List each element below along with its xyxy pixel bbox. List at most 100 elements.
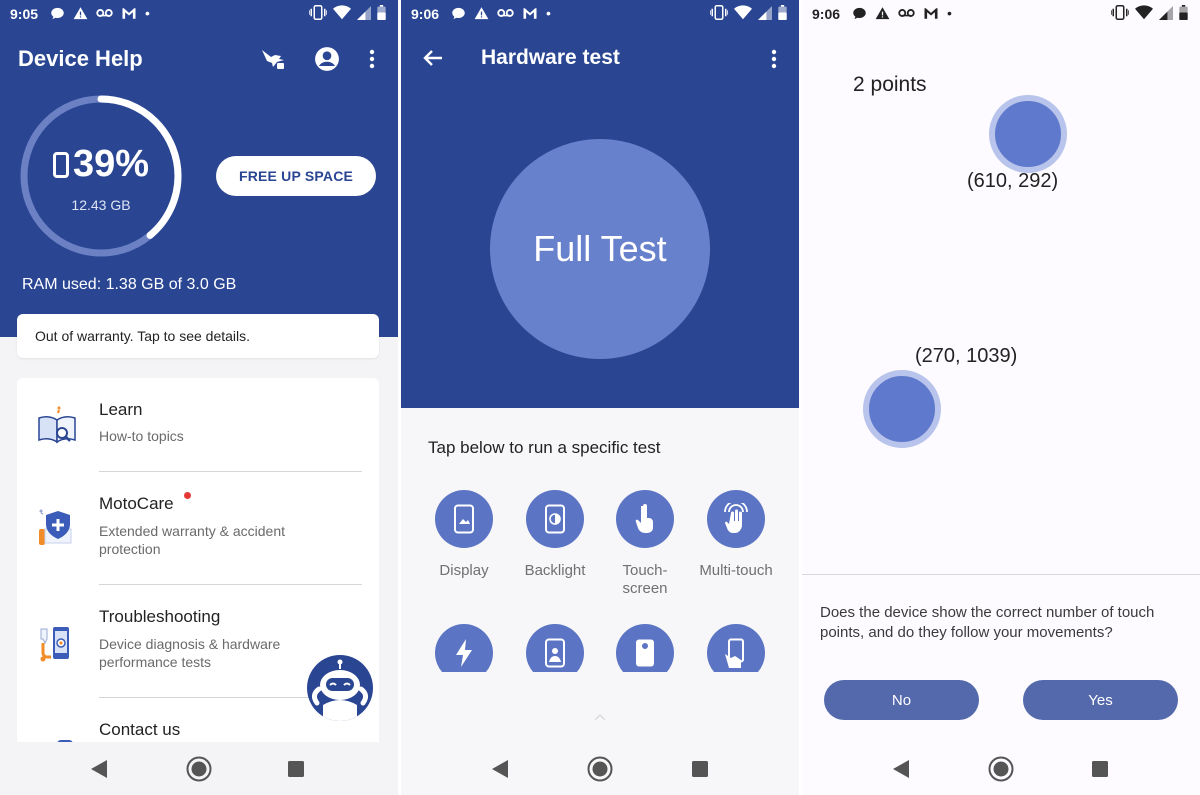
signal-icon <box>1159 5 1173 20</box>
confirmation-question: Does the device show the correct number … <box>820 604 1155 641</box>
home-nav-icon[interactable] <box>587 756 613 782</box>
divider <box>802 574 1200 575</box>
warning-icon <box>73 6 88 19</box>
menu-item-title: MotoCare <box>99 494 174 513</box>
signal-icon <box>758 5 772 20</box>
phone-icon <box>52 151 69 178</box>
more-options-icon[interactable] <box>764 44 784 74</box>
signal-icon <box>357 5 371 20</box>
yes-button[interactable]: Yes <box>1023 680 1178 720</box>
chat-bubble-icon <box>51 7 64 19</box>
test-hand-hold[interactable] <box>691 624 781 672</box>
status-bar: 9:06 • <box>802 0 1200 28</box>
voicemail-icon <box>898 9 915 17</box>
recents-nav-icon[interactable] <box>1087 756 1113 782</box>
hand-hold-icon <box>707 624 765 672</box>
home-nav-icon[interactable] <box>186 756 212 782</box>
menu-item-subtitle: How-to topics <box>99 428 184 444</box>
menu-item-subtitle: Device diagnosis & hardware performance … <box>99 636 281 670</box>
device-help-screen: 9:05 • Device Help 39% 12.43 GB FREE UP … <box>0 0 398 795</box>
battery-icon <box>1179 5 1188 20</box>
touch-point-coord: (270, 1039) <box>915 345 1018 367</box>
chat-bubble-icon <box>452 7 465 19</box>
chat-bubble-icon <box>853 7 866 19</box>
voicemail-icon <box>96 9 113 17</box>
system-nav-bar <box>401 742 799 795</box>
test-rear-camera[interactable] <box>600 624 690 672</box>
system-nav-bar <box>0 742 398 795</box>
test-display[interactable]: Display <box>419 490 509 580</box>
wifi-icon <box>333 5 351 20</box>
page-title: Device Help <box>18 46 143 71</box>
vibrate-icon <box>309 5 327 20</box>
recents-nav-icon[interactable] <box>283 756 309 782</box>
touch-point-marker <box>989 95 1067 173</box>
status-time: 9:05 <box>10 6 39 22</box>
menu-item-motocare[interactable]: MotoCare Extended warranty & accident pr… <box>17 472 379 585</box>
menu-item-title: Troubleshooting <box>99 607 221 626</box>
chevron-up-icon[interactable] <box>594 708 606 726</box>
back-nav-icon[interactable] <box>487 756 513 782</box>
touch-points-count: 2 points <box>853 73 927 96</box>
flash-icon <box>435 624 493 672</box>
test-label: Multi-touch <box>699 562 773 579</box>
notification-dot <box>184 492 191 499</box>
back-nav-icon[interactable] <box>888 756 914 782</box>
test-front-camera[interactable] <box>510 624 600 672</box>
home-nav-icon[interactable] <box>988 756 1014 782</box>
voicemail-icon <box>497 9 514 17</box>
front-camera-icon <box>526 624 584 672</box>
touch-point-marker <box>863 370 941 448</box>
menu-item-learn[interactable]: Learn How-to topics <box>17 378 379 472</box>
warning-icon <box>474 6 489 19</box>
test-label: Backlight <box>524 562 586 579</box>
vibrate-icon <box>710 5 728 20</box>
warranty-banner[interactable]: Out of warranty. Tap to see details. <box>17 314 379 358</box>
menu-item-subtitle: Extended warranty & accident protection <box>99 523 285 557</box>
test-multi-touch[interactable]: Multi-touch <box>691 490 781 580</box>
backlight-icon <box>526 490 584 548</box>
vibrate-icon <box>1111 5 1129 20</box>
back-nav-icon[interactable] <box>86 756 112 782</box>
storage-ring[interactable]: 39% 12.43 GB <box>18 93 184 259</box>
full-test-button[interactable]: Full Test <box>490 139 710 359</box>
test-label: Display <box>439 562 489 579</box>
assistant-bot-icon[interactable] <box>307 655 373 721</box>
display-icon <box>435 490 493 548</box>
test-touchscreen[interactable]: Touch- screen <box>600 490 690 598</box>
touchscreen-icon <box>616 490 674 548</box>
status-bar: 9:05 • <box>0 0 398 28</box>
wifi-icon <box>734 5 752 20</box>
battery-icon <box>377 5 386 20</box>
warranty-text: Out of warranty. Tap to see details. <box>35 328 251 344</box>
status-time: 9:06 <box>411 6 440 22</box>
more-options-icon[interactable] <box>362 44 382 74</box>
test-backlight[interactable]: Backlight <box>510 490 600 580</box>
book-search-icon <box>35 404 79 448</box>
hummingbird-icon[interactable] <box>258 44 288 74</box>
touch-test-screen: 9:06 • 2 points (610, 292) (270, 1039) D… <box>802 0 1200 795</box>
battery-icon <box>778 5 787 20</box>
no-button[interactable]: No <box>824 680 979 720</box>
ram-used-text: RAM used: 1.38 GB of 3.0 GB <box>22 276 237 293</box>
hardware-test-screen: 9:06 • Hardware test Full Test Tap below… <box>401 0 799 795</box>
test-flash[interactable] <box>419 624 509 672</box>
status-time: 9:06 <box>812 6 841 22</box>
menu-item-title: Contact us <box>99 720 181 739</box>
storage-size: 12.43 GB <box>71 197 131 213</box>
account-icon[interactable] <box>312 44 342 74</box>
test-row-2 <box>401 624 799 672</box>
rear-camera-icon <box>616 624 674 672</box>
gmail-icon <box>924 7 938 19</box>
system-nav-bar <box>802 742 1200 795</box>
back-arrow-icon[interactable] <box>421 44 445 72</box>
free-up-space-button[interactable]: FREE UP SPACE <box>216 156 376 196</box>
shield-plus-icon <box>35 505 79 549</box>
device-diagnosis-icon <box>35 623 79 667</box>
recents-nav-icon[interactable] <box>687 756 713 782</box>
gmail-icon <box>523 7 537 19</box>
section-label: Tap below to run a specific test <box>428 438 661 457</box>
storage-percent: 39% <box>72 143 150 185</box>
status-bar: 9:06 • <box>401 0 799 28</box>
test-label: Touch- screen <box>622 562 668 597</box>
